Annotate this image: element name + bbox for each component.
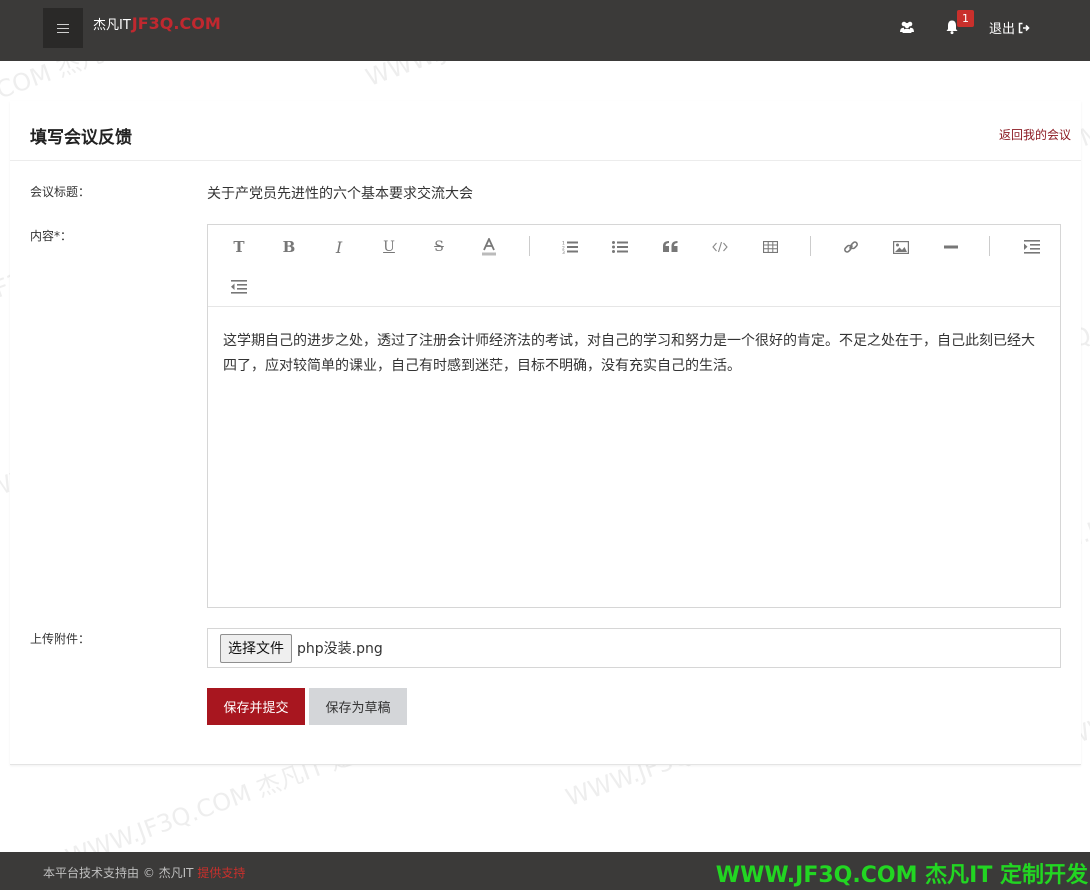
editor-content[interactable]: 这学期自己的进步之处，透过了注册会计师经济法的考试，对自己的学习和努力是一个很好… <box>223 329 1048 379</box>
page-title: 填写会议反馈 <box>30 128 132 148</box>
footer-watermark: WWW.JF3Q.COM 杰凡IT 定制开发 <box>715 863 1088 888</box>
indent-icon[interactable] <box>1020 235 1044 259</box>
ordered-list-icon[interactable]: 1 2 3 <box>558 235 582 259</box>
footer-credit-text: 本平台技术支持由 © 杰凡IT <box>43 866 198 880</box>
footer: 本平台技术支持由 © 杰凡IT 提供支持 WWW.JF3Q.COM 杰凡IT 定… <box>0 852 1090 890</box>
notification-badge: 1 <box>957 10 974 27</box>
meeting-title-label: 会议标题： <box>30 185 91 199</box>
back-to-my-meetings-link[interactable]: 返回我的会议 <box>999 126 1071 143</box>
brand-domain: JF3Q.COM <box>131 14 221 33</box>
strikethrough-icon[interactable]: S <box>427 235 451 259</box>
content-label: 内容*： <box>30 229 73 243</box>
blockquote-icon[interactable] <box>658 235 682 259</box>
save-as-draft-button[interactable]: 保存为草稿 <box>309 688 407 725</box>
logout-button[interactable]: 退出 <box>989 18 1030 37</box>
italic-icon[interactable]: I <box>327 235 351 259</box>
svg-text:3: 3 <box>562 250 565 254</box>
footer-credit-highlight[interactable]: 提供支持 <box>197 866 245 880</box>
top-navbar: 杰凡IT JF3Q.COM 1 退出 <box>0 0 1090 61</box>
bold-icon[interactable]: B <box>277 235 301 259</box>
feedback-card: 填写会议反馈 返回我的会议 会议标题： 关于产党员先进性的六个基本要求交流大会 … <box>10 101 1081 765</box>
menu-toggle-button[interactable] <box>43 8 83 48</box>
attachment-label: 上传附件： <box>30 632 91 646</box>
table-icon[interactable] <box>758 235 782 259</box>
save-and-submit-button[interactable]: 保存并提交 <box>207 688 305 725</box>
outdent-icon[interactable] <box>227 275 251 299</box>
watermark-text: WWW.JF3Q.COM 杰凡IT 定制开发 <box>360 61 725 93</box>
link-icon[interactable] <box>839 235 863 259</box>
code-icon[interactable] <box>708 235 732 259</box>
choose-file-button[interactable]: 选择文件 <box>220 633 292 663</box>
text-style-icon[interactable]: T <box>227 235 251 259</box>
logout-icon <box>1018 22 1030 33</box>
selected-file-name: php没装.png <box>297 641 383 657</box>
brand-logo[interactable]: 杰凡IT JF3Q.COM <box>93 14 221 38</box>
file-upload-field[interactable]: 选择文件 php没装.png <box>207 628 1061 668</box>
hamburger-icon <box>57 23 69 33</box>
horizontal-rule-icon[interactable] <box>939 235 963 259</box>
logout-label: 退出 <box>989 22 1016 37</box>
editor-toolbar: T B I U S 1 2 3 <box>208 225 1060 307</box>
users-icon[interactable] <box>899 19 915 35</box>
unordered-list-icon[interactable] <box>608 235 632 259</box>
rich-text-editor[interactable]: T B I U S 1 2 3 这学期自己的进步之处，透过了注册会计师经济法的考… <box>207 224 1061 608</box>
image-icon[interactable] <box>889 235 913 259</box>
meeting-title-value: 关于产党员先进性的六个基本要求交流大会 <box>207 186 473 202</box>
font-color-icon[interactable] <box>477 235 501 259</box>
underline-icon[interactable]: U <box>377 235 401 259</box>
footer-credit: 本平台技术支持由 © 杰凡IT 提供支持 <box>43 864 245 881</box>
brand-name: 杰凡IT <box>93 18 131 33</box>
card-header: 填写会议反馈 返回我的会议 <box>10 101 1081 161</box>
